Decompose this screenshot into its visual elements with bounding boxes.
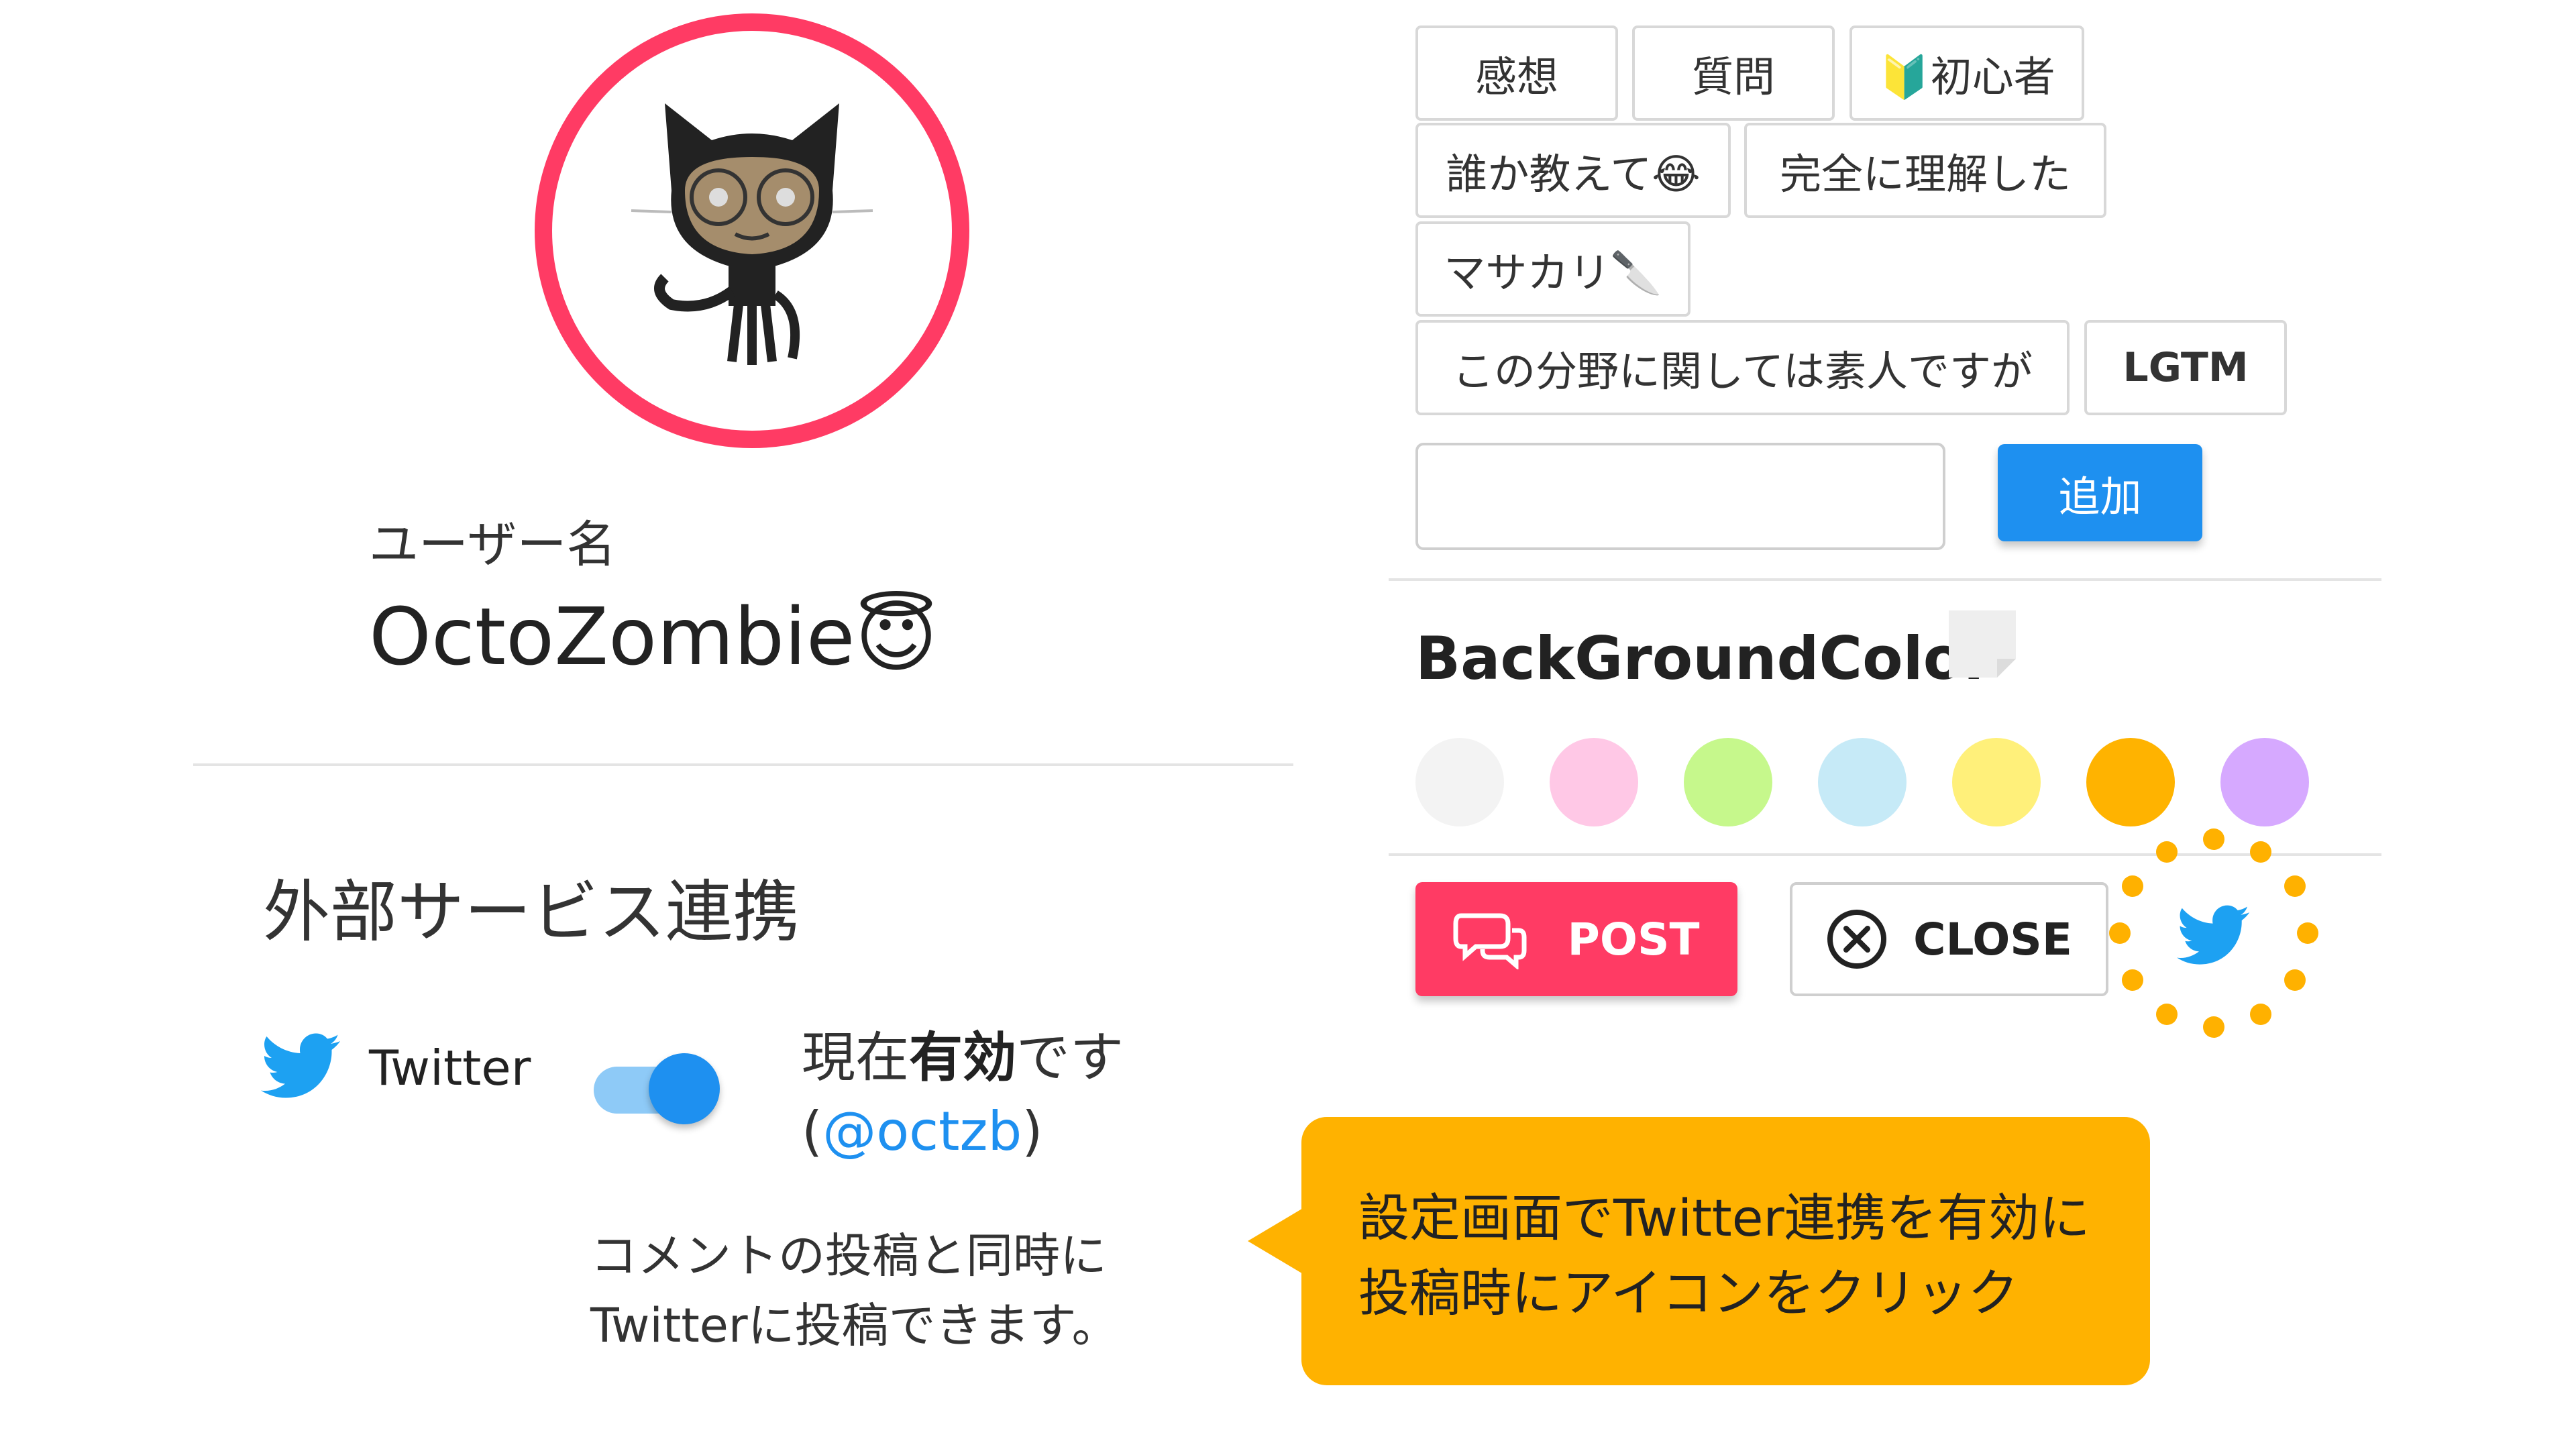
post-label: POST	[1567, 913, 1700, 965]
close-circle-icon	[1827, 910, 1887, 969]
status-text: 現在有効です	[802, 1014, 1124, 1092]
color-swatch[interactable]	[1952, 738, 2041, 826]
callout-pointer	[1248, 1208, 1304, 1275]
highlight-dot	[2122, 875, 2143, 897]
description-line2: Twitterに投稿できます。	[590, 1298, 1119, 1353]
callout-line2: 投稿時にアイコンをクリック	[1358, 1263, 2019, 1323]
highlight-dot	[2203, 828, 2224, 850]
twitter-label: Twitter	[369, 1040, 531, 1096]
username-value: OctoZombie😇	[369, 590, 938, 683]
twitter-icon	[2177, 905, 2250, 965]
handle-link[interactable]: @octzb	[822, 1100, 1022, 1163]
callout-box: 設定画面でTwitter連携を有効に 投稿時にアイコンをクリック	[1301, 1117, 2150, 1385]
highlight-dot	[2284, 875, 2306, 897]
highlight-dot	[2297, 922, 2318, 944]
color-swatch[interactable]	[1818, 738, 1907, 826]
tag-chip[interactable]: LGTM	[2084, 320, 2287, 415]
description-line1: コメントの投稿と同時に	[590, 1228, 1107, 1283]
tag-chip[interactable]: 感想	[1415, 25, 1618, 121]
color-swatch[interactable]	[2220, 738, 2309, 826]
twitter-icon	[261, 1033, 340, 1098]
highlight-dot	[2122, 969, 2143, 991]
highlight-dot	[2156, 841, 2178, 863]
color-swatch[interactable]	[2086, 738, 2175, 826]
left-divider	[193, 763, 1293, 766]
note-icon	[1949, 610, 2016, 678]
callout-line1: 設定画面でTwitter連携を有効に	[1358, 1188, 2090, 1248]
highlight-dot	[2156, 1004, 2178, 1025]
section-title: 外部サービス連携	[263, 873, 800, 951]
tag-chip[interactable]: マサカリ🔪	[1415, 221, 1690, 317]
username-label: ユーザー名	[369, 516, 616, 574]
octocat-avatar	[631, 103, 873, 365]
highlight-dot	[2203, 1016, 2224, 1038]
highlight-dot	[2109, 922, 2131, 944]
status-suffix: です	[1016, 1026, 1124, 1089]
twitter-post-button[interactable]	[2103, 828, 2324, 1050]
status-prefix: 現在	[802, 1026, 909, 1089]
color-swatch[interactable]	[1550, 738, 1638, 826]
highlight-dot	[2250, 841, 2271, 863]
tag-chip[interactable]: この分野に関しては素人ですが	[1415, 320, 2070, 415]
color-swatch[interactable]	[1684, 738, 1772, 826]
background-color-title: BackGroundColor	[1415, 624, 1993, 693]
close-button[interactable]: CLOSE	[1790, 882, 2108, 996]
color-swatch[interactable]	[1415, 738, 1504, 826]
tag-chip[interactable]: 🔰初心者	[1849, 25, 2084, 121]
twitter-handle: (@octzb)	[802, 1100, 1043, 1163]
tag-chip[interactable]: 質問	[1632, 25, 1835, 121]
right-divider-1	[1389, 578, 2381, 581]
status-bold: 有効	[909, 1026, 1016, 1089]
twitter-description: コメントの投稿と同時に Twitterに投稿できます。	[590, 1221, 1119, 1360]
post-button[interactable]: POST	[1415, 882, 1737, 996]
handle-close-paren: )	[1022, 1100, 1043, 1163]
highlight-dot	[2250, 1004, 2271, 1025]
close-label: CLOSE	[1913, 913, 2072, 965]
avatar[interactable]	[535, 13, 969, 448]
tag-input[interactable]	[1415, 443, 1945, 550]
chat-bubbles-icon	[1453, 913, 1527, 969]
twitter-toggle-knob[interactable]	[649, 1053, 720, 1124]
highlight-dot	[2284, 969, 2306, 991]
handle-open-paren: (	[802, 1100, 823, 1163]
tag-chip[interactable]: 完全に理解した	[1744, 123, 2106, 218]
add-button[interactable]: 追加	[1998, 444, 2202, 541]
tag-chip[interactable]: 誰か教えて😂	[1415, 123, 1731, 218]
